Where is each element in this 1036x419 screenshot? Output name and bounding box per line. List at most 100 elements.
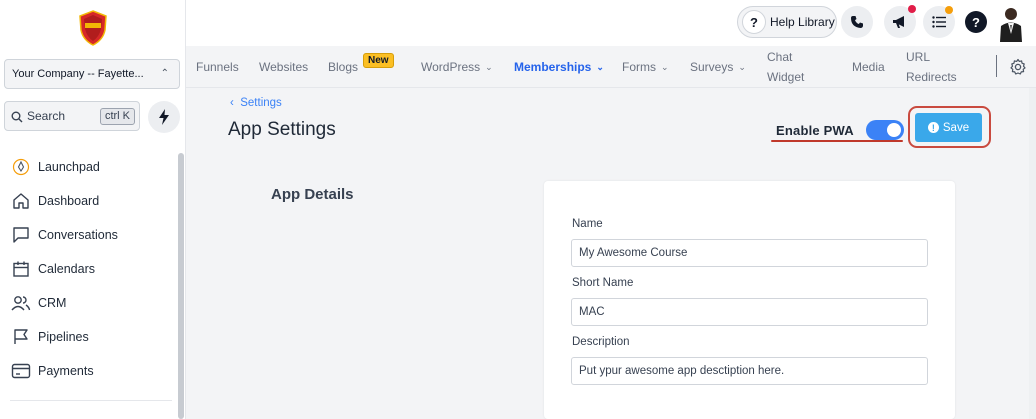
avatar[interactable] [994,4,1028,42]
tab-websites[interactable]: Websites [259,46,308,88]
new-badge: New [363,53,394,68]
sidebar-item-pipelines[interactable]: Pipelines [0,320,176,354]
tab-label: Forms [622,60,656,74]
page-title: App Settings [228,119,336,140]
bolt-icon [159,109,169,125]
list-icon [932,16,946,28]
sidebar-item-label: Conversations [38,228,118,242]
notification-dot [908,5,916,13]
annotation-underline [771,140,903,142]
save-button[interactable]: ! Save [915,113,982,142]
toggle-knob [886,123,901,137]
tab-funnels[interactable]: Funnels [196,46,239,88]
sidebar: Your Company -- Fayette... ⌃ Search ctrl… [0,0,186,419]
sidebar-item-conversations[interactable]: Conversations [0,218,176,252]
chevron-down-icon: ⌄ [738,61,746,72]
tasks-dot [945,6,953,14]
enable-pwa-row: Enable PWA [776,120,904,140]
settings-button[interactable] [1008,57,1028,77]
app-details-card: Name Short Name Description [544,181,955,419]
tab-memberships[interactable]: Memberships ⌄ [514,46,604,88]
help-button[interactable]: ? [960,6,992,38]
sidebar-scrollbar[interactable] [178,153,184,419]
sub-navigation: Funnels Websites Blogs New WordPress ⌄ Me… [186,46,1036,88]
rocket-icon [10,156,32,178]
enable-pwa-toggle[interactable] [865,120,904,140]
company-logo-icon[interactable] [78,10,108,46]
back-chevron-icon: ‹ [230,97,234,109]
sidebar-item-calendars[interactable]: Calendars [0,252,176,286]
main-scrollbar[interactable] [1029,88,1036,419]
sidebar-item-crm[interactable]: CRM [0,286,176,320]
card-icon [10,360,32,382]
home-icon [10,190,32,212]
sidebar-item-payments[interactable]: Payments [0,354,176,388]
question-circle-icon: ? [965,11,987,33]
breadcrumb[interactable]: ‹ Settings [230,97,282,109]
search-shortcut: ctrl K [99,108,135,125]
tab-url-redirects[interactable]: URL Redirects [906,46,957,88]
sidebar-nav: Launchpad Dashboard Conversations Calend… [0,150,176,388]
name-field[interactable] [571,239,928,267]
calendar-icon [10,258,32,280]
tab-label: Blogs [328,60,359,74]
tab-label-line2: Widget [767,70,805,84]
short-name-label: Short Name [572,277,634,289]
company-name: Your Company -- Fayette... [12,68,144,80]
tab-chat-widget[interactable]: Chat Widget [767,46,804,88]
chevron-down-icon: ⌄ [485,61,493,72]
company-switcher[interactable]: Your Company -- Fayette... ⌃ [4,59,180,89]
tab-label: WordPress [421,60,481,74]
tab-label-line1: URL [906,50,931,64]
search-icon [11,111,23,123]
phone-icon [851,16,863,28]
tab-label-line1: Chat [767,50,793,64]
description-field[interactable] [571,357,928,385]
phone-button[interactable] [841,6,873,38]
gear-icon [1010,58,1026,75]
help-library-label: Help Library [770,15,835,29]
top-header: ? Help Library ? [186,0,1036,46]
tab-label-line2: Redirects [906,70,957,84]
sidebar-item-dashboard[interactable]: Dashboard [0,184,176,218]
search-input[interactable]: Search ctrl K [4,101,140,131]
main-content: ‹ Settings App Settings Enable PWA ! Sav… [186,88,1036,419]
name-label: Name [572,218,603,230]
enable-pwa-label: Enable PWA [776,122,854,138]
sidebar-item-launchpad[interactable]: Launchpad [0,150,176,184]
sidebar-item-label: Launchpad [38,160,100,174]
chat-icon [10,224,32,246]
sidebar-divider [10,400,172,401]
short-name-field[interactable] [571,298,928,326]
tab-label: Surveys [690,60,734,74]
tab-media[interactable]: Media [852,46,885,88]
info-icon: ! [927,122,939,133]
sidebar-item-label: Calendars [38,262,95,276]
tab-label: Memberships [514,60,592,74]
users-icon [10,292,32,314]
chevron-down-icon: ⌄ [596,61,604,72]
section-title-app-details: App Details [271,186,354,203]
search-placeholder: Search [27,109,66,123]
tab-blogs[interactable]: Blogs [328,46,358,88]
question-icon: ? [742,10,766,34]
quick-actions-button[interactable] [148,101,180,133]
subnav-divider [996,55,997,77]
tab-surveys[interactable]: Surveys ⌄ [690,46,746,88]
sidebar-item-label: Pipelines [38,330,89,344]
flag-icon [10,326,32,348]
sidebar-item-label: CRM [38,296,67,310]
chevron-updown-icon: ⌃ [160,68,169,79]
description-label: Description [572,336,630,348]
chevron-down-icon: ⌄ [661,61,669,72]
tab-forms[interactable]: Forms ⌄ [622,46,669,88]
breadcrumb-settings-link: Settings [240,97,282,109]
tab-label: Websites [259,60,309,74]
tab-wordpress[interactable]: WordPress ⌄ [421,46,493,88]
megaphone-icon [893,16,904,28]
sidebar-item-label: Dashboard [38,194,100,208]
save-label: Save [942,121,970,134]
tab-label: Funnels [196,60,239,74]
help-library-button[interactable]: ? Help Library [737,6,837,38]
sidebar-item-label: Payments [38,364,94,378]
